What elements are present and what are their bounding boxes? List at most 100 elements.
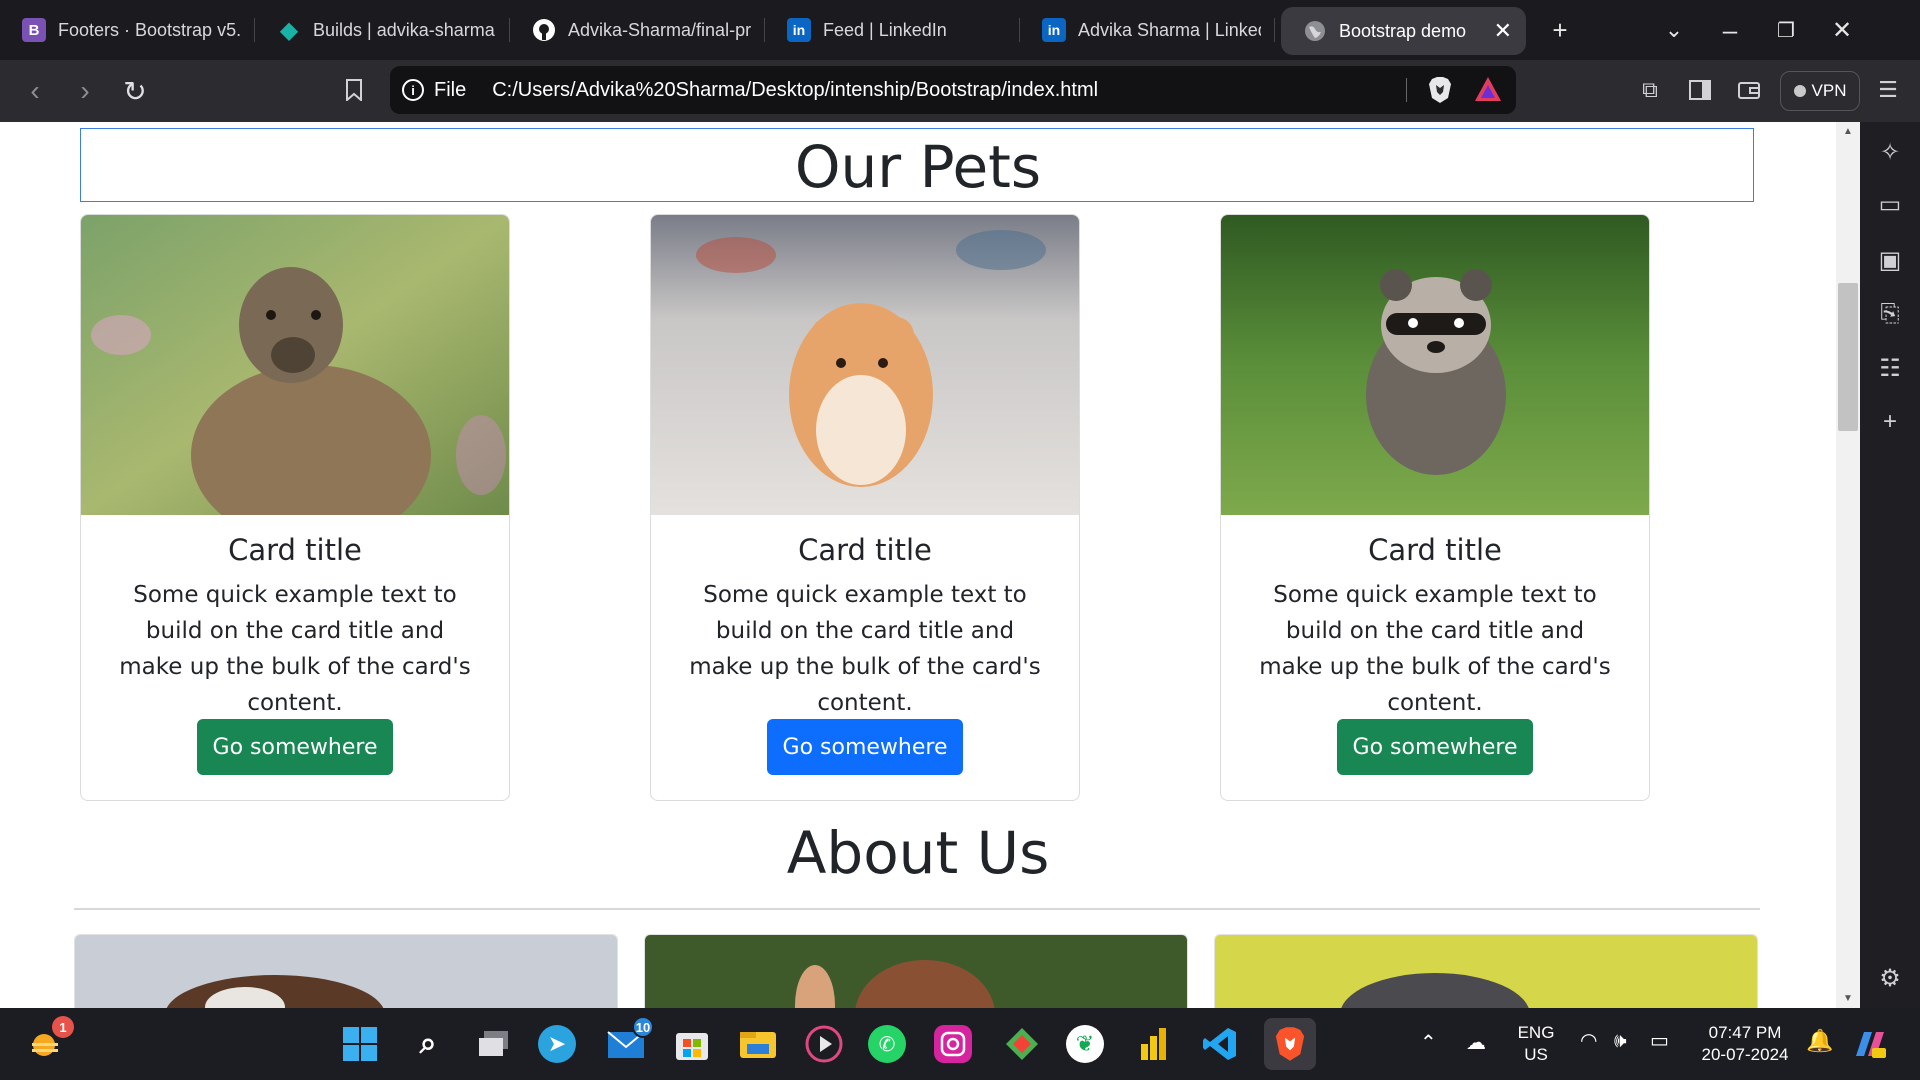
brave-shields-icon[interactable] bbox=[1428, 76, 1452, 110]
card-text: Some quick example text to build on the … bbox=[689, 582, 1041, 716]
mail-icon[interactable]: 10 bbox=[604, 1016, 654, 1066]
bookmarks-icon[interactable]: ⎘ bbox=[1874, 298, 1906, 330]
sidebar-toggle-icon[interactable] bbox=[1684, 74, 1716, 106]
clock-time: 07:47 PM bbox=[1708, 1023, 1782, 1042]
scrollbar-thumb[interactable] bbox=[1838, 283, 1858, 431]
tab-title: Advika-Sharma/final-pr bbox=[568, 19, 751, 40]
tab-title: Feed | LinkedIn bbox=[823, 19, 947, 40]
tab-github[interactable]: Advika-Sharma/final-pr bbox=[510, 0, 765, 60]
close-tab-icon[interactable]: ✕ bbox=[1494, 18, 1512, 44]
go-somewhere-button[interactable]: Go somewhere bbox=[1337, 719, 1533, 775]
minimize-icon[interactable]: – bbox=[1702, 0, 1758, 60]
language-code: ENG bbox=[1517, 1023, 1555, 1042]
instagram-icon[interactable] bbox=[934, 1025, 972, 1063]
vscode-icon[interactable] bbox=[1198, 1022, 1242, 1066]
go-somewhere-button[interactable]: Go somewhere bbox=[767, 719, 963, 775]
show-hidden-icons-icon[interactable]: ⌃ bbox=[1420, 1032, 1437, 1054]
new-tab-icon[interactable]: + bbox=[1532, 0, 1588, 60]
mail-badge: 10 bbox=[632, 1016, 654, 1038]
extensions-icon[interactable]: ⧉ bbox=[1634, 74, 1666, 106]
back-icon[interactable]: ‹ bbox=[10, 75, 60, 107]
vertical-scrollbar[interactable]: ▲ ▼ bbox=[1836, 122, 1860, 1008]
go-somewhere-button[interactable]: Go somewhere bbox=[197, 719, 393, 775]
tab-linkedin-feed[interactable]: in Feed | LinkedIn bbox=[765, 0, 1020, 60]
language-indicator[interactable]: ENG US bbox=[1510, 1022, 1562, 1066]
notification-bell-icon[interactable]: 🔔 bbox=[1806, 1030, 1833, 1052]
about-heading: About Us bbox=[786, 819, 1050, 887]
page-viewport: Our Pets Card title Some quick example t… bbox=[0, 122, 1836, 1008]
leo-ai-icon[interactable]: ✧ bbox=[1874, 136, 1906, 168]
omnibox-divider bbox=[1406, 78, 1407, 102]
forward-icon[interactable]: › bbox=[60, 75, 110, 107]
windows-start-icon[interactable] bbox=[338, 1022, 382, 1066]
globe-icon bbox=[1303, 19, 1327, 43]
tab-linkedin-profile[interactable]: in Advika Sharma | Linked bbox=[1020, 0, 1275, 60]
volume-icon[interactable]: 🕪 bbox=[1614, 1030, 1627, 1052]
region-code: US bbox=[1524, 1045, 1548, 1064]
git-tool-icon[interactable] bbox=[1000, 1022, 1044, 1066]
mongodb-compass-icon[interactable]: ❦ bbox=[1066, 1025, 1104, 1063]
wallet-icon[interactable] bbox=[1733, 74, 1765, 106]
news-icon[interactable]: ▭ bbox=[1874, 188, 1906, 220]
browser-toolbar: ‹ › ↻ i File C:/Users/Advika%20Sharma/De… bbox=[0, 60, 1920, 122]
tab-builds[interactable]: ◆ Builds | advika-sharma bbox=[255, 0, 510, 60]
pet-card: Card title Some quick example text to bu… bbox=[1220, 214, 1650, 801]
settings-gear-icon[interactable]: ⚙ bbox=[1874, 962, 1906, 994]
bootstrap-favicon-icon: B bbox=[22, 18, 46, 42]
tab-title: Footers · Bootstrap v5.3 bbox=[58, 19, 241, 40]
reload-icon[interactable]: ↻ bbox=[110, 75, 160, 108]
copilot-icon[interactable] bbox=[1850, 1024, 1890, 1064]
menu-icon[interactable]: ☰ bbox=[1872, 74, 1904, 106]
search-icon[interactable]: ⌕ bbox=[406, 1022, 450, 1066]
tab-footers-bootstrap[interactable]: B Footers · Bootstrap v5.3 bbox=[0, 0, 255, 60]
file-explorer-icon[interactable] bbox=[736, 1022, 780, 1066]
bookmark-icon[interactable] bbox=[338, 74, 370, 106]
wallet-icon[interactable]: ▣ bbox=[1874, 244, 1906, 276]
microsoft-store-icon[interactable] bbox=[670, 1022, 714, 1066]
onedrive-icon[interactable]: ☁ bbox=[1466, 1032, 1486, 1054]
reading-list-icon[interactable]: ☷ bbox=[1874, 352, 1906, 384]
window-close-icon[interactable]: ✕ bbox=[1814, 0, 1870, 60]
vpn-button[interactable]: VPN bbox=[1780, 71, 1860, 111]
person-with-dog-photo bbox=[644, 934, 1188, 1008]
card-title: Card title bbox=[798, 533, 932, 567]
tab-title: Advika Sharma | Linked bbox=[1078, 19, 1261, 40]
diamond-favicon-icon: ◆ bbox=[279, 16, 299, 44]
brave-rewards-icon[interactable] bbox=[1474, 76, 1502, 108]
wolf-dog-photo bbox=[1214, 934, 1758, 1008]
media-player-icon[interactable] bbox=[802, 1022, 846, 1066]
tab-title: Bootstrap demo bbox=[1339, 20, 1467, 41]
about-divider bbox=[74, 908, 1760, 910]
scroll-down-icon[interactable]: ▼ bbox=[1843, 993, 1853, 1004]
address-bar[interactable]: i File C:/Users/Advika%20Sharma/Desktop/… bbox=[390, 66, 1516, 114]
tab-bootstrap-demo[interactable]: Bootstrap demo ✕ bbox=[1281, 7, 1526, 55]
restore-icon[interactable]: ❐ bbox=[1758, 0, 1814, 60]
clock[interactable]: 07:47 PM 20-07-2024 bbox=[1690, 1022, 1800, 1066]
brave-taskbar-icon[interactable] bbox=[1264, 1018, 1316, 1070]
scroll-up-icon[interactable]: ▲ bbox=[1843, 126, 1853, 137]
vpn-status-icon bbox=[1793, 85, 1806, 97]
url-text[interactable]: C:/Users/Advika%20Sharma/Desktop/intensh… bbox=[492, 79, 1098, 102]
weather-widget-icon[interactable]: 1 bbox=[24, 1016, 74, 1066]
vpn-label: VPN bbox=[1811, 81, 1847, 100]
power-bi-icon[interactable] bbox=[1132, 1022, 1176, 1066]
whatsapp-icon[interactable]: ✆ bbox=[868, 1025, 906, 1063]
card-text: Some quick example text to build on the … bbox=[119, 582, 471, 716]
marmot-photo bbox=[81, 215, 509, 515]
card-title: Card title bbox=[228, 533, 362, 567]
tab-strip: B Footers · Bootstrap v5.3 ◆ Builds | ad… bbox=[0, 0, 1920, 60]
add-panel-icon[interactable]: + bbox=[1874, 406, 1906, 438]
weather-badge: 1 bbox=[52, 1016, 74, 1038]
tab-search-chevron-icon[interactable]: ⌄ bbox=[1646, 0, 1702, 60]
battery-icon[interactable]: ▭ bbox=[1650, 1030, 1669, 1052]
raccoon-photo bbox=[1221, 215, 1649, 515]
hamster-photo bbox=[651, 215, 1079, 515]
card-title: Card title bbox=[1368, 533, 1502, 567]
linkedin-icon: in bbox=[787, 18, 811, 42]
wifi-icon[interactable]: ◠ bbox=[1580, 1030, 1597, 1052]
telegram-icon[interactable]: ➤ bbox=[538, 1025, 576, 1063]
task-view-icon[interactable] bbox=[472, 1022, 516, 1066]
info-icon[interactable]: i bbox=[402, 79, 424, 101]
card-text: Some quick example text to build on the … bbox=[1259, 582, 1611, 716]
pet-card: Card title Some quick example text to bu… bbox=[80, 214, 510, 801]
